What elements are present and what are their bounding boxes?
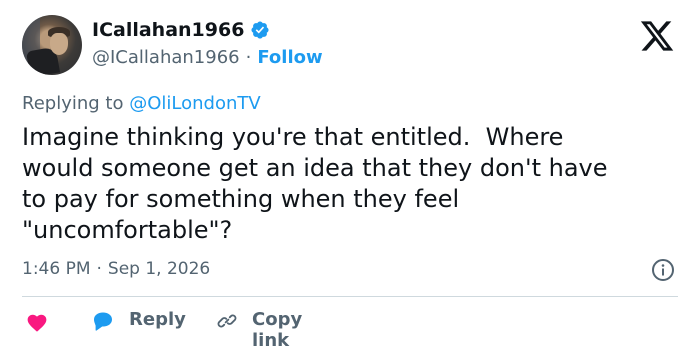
tweet-time: 1:46 PM: [22, 259, 91, 279]
heart-icon[interactable]: [26, 312, 48, 332]
link-icon: [217, 314, 237, 328]
divider: [22, 296, 678, 297]
reply-label: Reply: [129, 309, 186, 330]
author-handle-row: @ICallahan1966 · Follow: [92, 47, 323, 68]
tweet-text: Imagine thinking you're that entitled. W…: [22, 123, 608, 244]
author-handle[interactable]: @ICallahan1966: [92, 47, 240, 68]
reply-prefix: Replying to: [22, 93, 124, 114]
x-logo-icon[interactable]: [638, 18, 676, 54]
reply-bubble-icon: [94, 312, 112, 331]
tweet-date: Sep 1, 2026: [107, 259, 211, 279]
tweet-timestamp[interactable]: 1:46 PM · Sep 1, 2026: [22, 259, 210, 279]
verified-badge-icon: [251, 21, 269, 39]
author-display-name[interactable]: ICallahan1966: [92, 19, 244, 41]
avatar[interactable]: [22, 15, 82, 75]
info-icon[interactable]: [651, 258, 675, 282]
meta-separator: ·: [96, 259, 102, 279]
author-name-row: ICallahan1966: [92, 19, 270, 41]
follow-button[interactable]: Follow: [257, 47, 322, 68]
handle-separator: ·: [245, 47, 252, 68]
reply-mention-link[interactable]: @OliLondonTV: [129, 93, 260, 114]
copy-link-label: Copy link: [252, 309, 303, 351]
reply-context: Replying to @OliLondonTV: [22, 93, 261, 114]
